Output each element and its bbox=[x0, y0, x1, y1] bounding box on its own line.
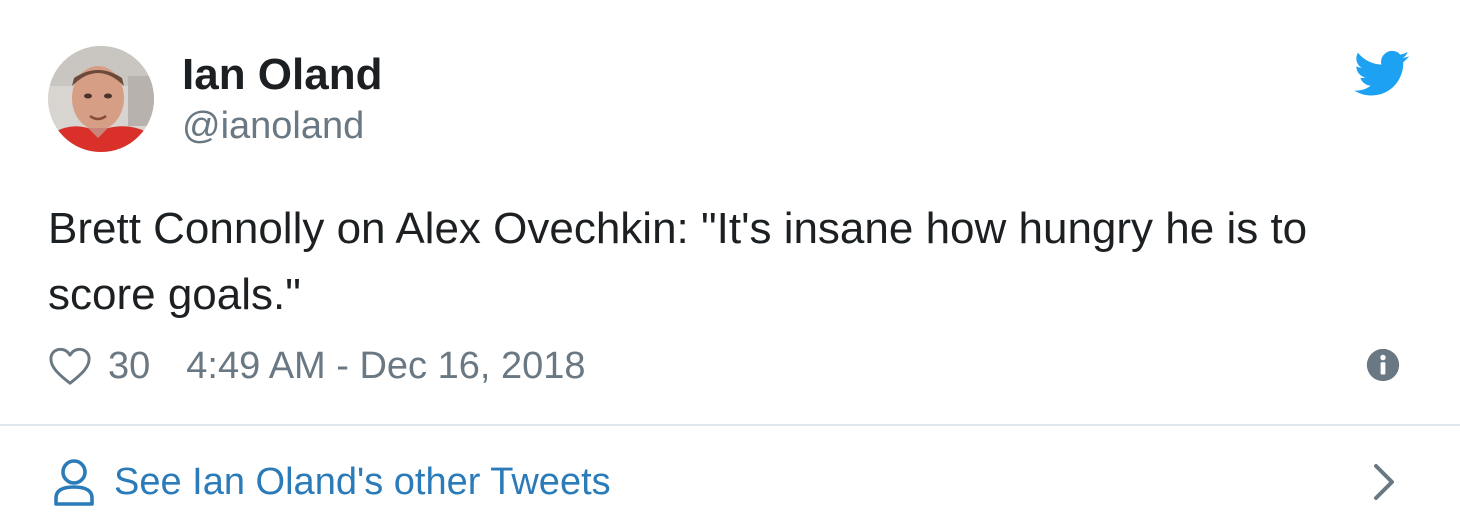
avatar-photo bbox=[48, 46, 154, 152]
author-display-name[interactable]: Ian Oland bbox=[182, 50, 382, 100]
heart-icon[interactable] bbox=[48, 346, 92, 386]
tweet-timestamp[interactable]: 4:49 AM - Dec 16, 2018 bbox=[186, 345, 585, 388]
like-count[interactable]: 30 bbox=[108, 345, 150, 388]
avatar[interactable] bbox=[48, 46, 154, 152]
chevron-right-icon[interactable] bbox=[1372, 462, 1396, 502]
info-icon[interactable] bbox=[1366, 348, 1400, 382]
person-icon bbox=[54, 459, 94, 506]
embedded-tweet-card: Ian Oland @ianoland Brett Connolly on Al… bbox=[0, 0, 1460, 528]
divider bbox=[0, 424, 1460, 426]
author-screen-name[interactable]: @ianoland bbox=[182, 104, 364, 148]
see-other-tweets-label[interactable]: See Ian Oland's other Tweets bbox=[114, 458, 611, 506]
tweet-text: Brett Connolly on Alex Ovechkin: "It's i… bbox=[48, 204, 1308, 319]
see-other-tweets-link[interactable]: See Ian Oland's other Tweets bbox=[0, 428, 1460, 528]
tweet-meta: 30 4:49 AM - Dec 16, 2018 bbox=[48, 340, 586, 392]
twitter-bird-icon[interactable] bbox=[1354, 50, 1410, 98]
